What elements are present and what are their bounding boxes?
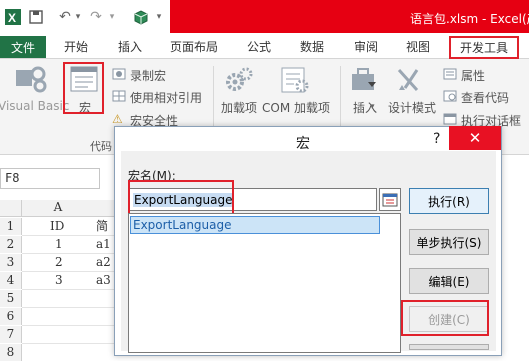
macro-name-highlight [128, 180, 234, 215]
undo-dropdown-icon[interactable]: ▾ [73, 7, 83, 27]
help-button[interactable]: ? [433, 131, 440, 147]
design-mode-icon[interactable] [395, 66, 425, 97]
code-group-label: 代码 [90, 140, 112, 153]
row-header[interactable]: 7 [0, 326, 22, 343]
run-button[interactable]: 执行(R) [409, 188, 489, 214]
record-macro-label[interactable]: 录制宏 [130, 67, 166, 84]
tab-formulas[interactable]: 公式 [247, 38, 271, 55]
save-icon[interactable] [28, 7, 44, 27]
range-picker-button[interactable] [379, 188, 401, 211]
row-header[interactable]: 8 [0, 344, 22, 361]
cell-b1[interactable]: 简 [96, 218, 108, 235]
row-header[interactable]: 6 [0, 308, 22, 325]
macro-button-highlight [63, 62, 104, 114]
cell-b2[interactable]: a1 [96, 236, 111, 253]
addins-gear-icon[interactable] [225, 66, 253, 97]
undo-icon[interactable]: ↶ [57, 7, 73, 27]
create-button-highlight [401, 300, 489, 336]
insert-controls-icon[interactable] [350, 66, 378, 97]
row-header[interactable]: 3 [0, 254, 22, 271]
svg-text:X: X [8, 11, 16, 25]
select-all-corner[interactable] [0, 200, 22, 217]
range-picker-icon [382, 193, 398, 206]
cell-b4[interactable]: a3 [96, 272, 111, 289]
relative-reference-label[interactable]: 使用相对引用 [130, 89, 202, 106]
grid-line [22, 343, 117, 344]
relative-reference-icon[interactable] [112, 90, 126, 105]
excel-logo-icon: X [4, 7, 22, 27]
visual-basic-icon[interactable] [14, 64, 48, 97]
cell-a2[interactable]: 1 [55, 236, 63, 253]
com-addins-icon[interactable] [280, 66, 310, 97]
tab-view[interactable]: 视图 [406, 38, 430, 55]
view-code-label[interactable]: 查看代码 [461, 89, 509, 106]
close-button[interactable]: ✕ [449, 126, 501, 150]
cell-a1[interactable]: ID [50, 218, 64, 235]
tab-insert[interactable]: 插入 [118, 38, 142, 55]
macro-list[interactable] [128, 213, 401, 353]
insert-dropdown-icon[interactable]: ▾ [370, 102, 375, 112]
warning-icon: ⚠ [112, 112, 123, 126]
column-header-a[interactable]: A [22, 200, 94, 217]
tab-data[interactable]: 数据 [300, 38, 324, 55]
row-header[interactable]: 1 [0, 218, 22, 235]
addins-label[interactable]: 加载项 [221, 99, 257, 116]
window-title: 语言包.xlsm - Excel(产 [410, 12, 529, 26]
redo-dropdown-icon[interactable]: ▾ [107, 7, 117, 27]
grid-line [22, 289, 117, 290]
visual-basic-label[interactable]: Visual Basic [0, 99, 69, 113]
tab-file[interactable]: 文件 [0, 36, 46, 58]
tab-developer[interactable]: 开发工具 [449, 36, 519, 59]
row-header[interactable]: 2 [0, 236, 22, 253]
cell-a3[interactable]: 2 [55, 254, 63, 271]
edit-button[interactable]: 编辑(E) [409, 268, 489, 294]
name-box[interactable]: F8 [0, 168, 100, 189]
delete-button-partial[interactable] [409, 344, 489, 350]
properties-icon[interactable] [443, 68, 457, 83]
3d-shape-icon[interactable] [132, 7, 150, 27]
dialog-title: 宏 [296, 136, 310, 152]
list-item[interactable]: ExportLanguage [130, 216, 380, 234]
tab-page-layout[interactable]: 页面布局 [170, 38, 218, 55]
tab-review[interactable]: 审阅 [354, 38, 378, 55]
com-addins-label[interactable]: COM 加载项 [262, 99, 330, 116]
redo-icon[interactable]: ↷ [88, 7, 104, 27]
properties-label[interactable]: 属性 [461, 67, 485, 84]
step-into-button[interactable]: 单步执行(S) [409, 229, 489, 255]
record-macro-icon[interactable] [112, 68, 126, 83]
row-header[interactable]: 5 [0, 290, 22, 307]
tab-home[interactable]: 开始 [64, 38, 88, 55]
cell-b3[interactable]: a2 [96, 254, 111, 271]
row-header[interactable]: 4 [0, 272, 22, 289]
grid-line [22, 307, 117, 308]
grid-line [22, 325, 117, 326]
customize-qat-icon[interactable]: ▾ [154, 7, 164, 27]
cell-a4[interactable]: 3 [55, 272, 63, 289]
view-code-icon[interactable] [443, 90, 457, 105]
design-mode-label[interactable]: 设计模式 [388, 99, 436, 116]
